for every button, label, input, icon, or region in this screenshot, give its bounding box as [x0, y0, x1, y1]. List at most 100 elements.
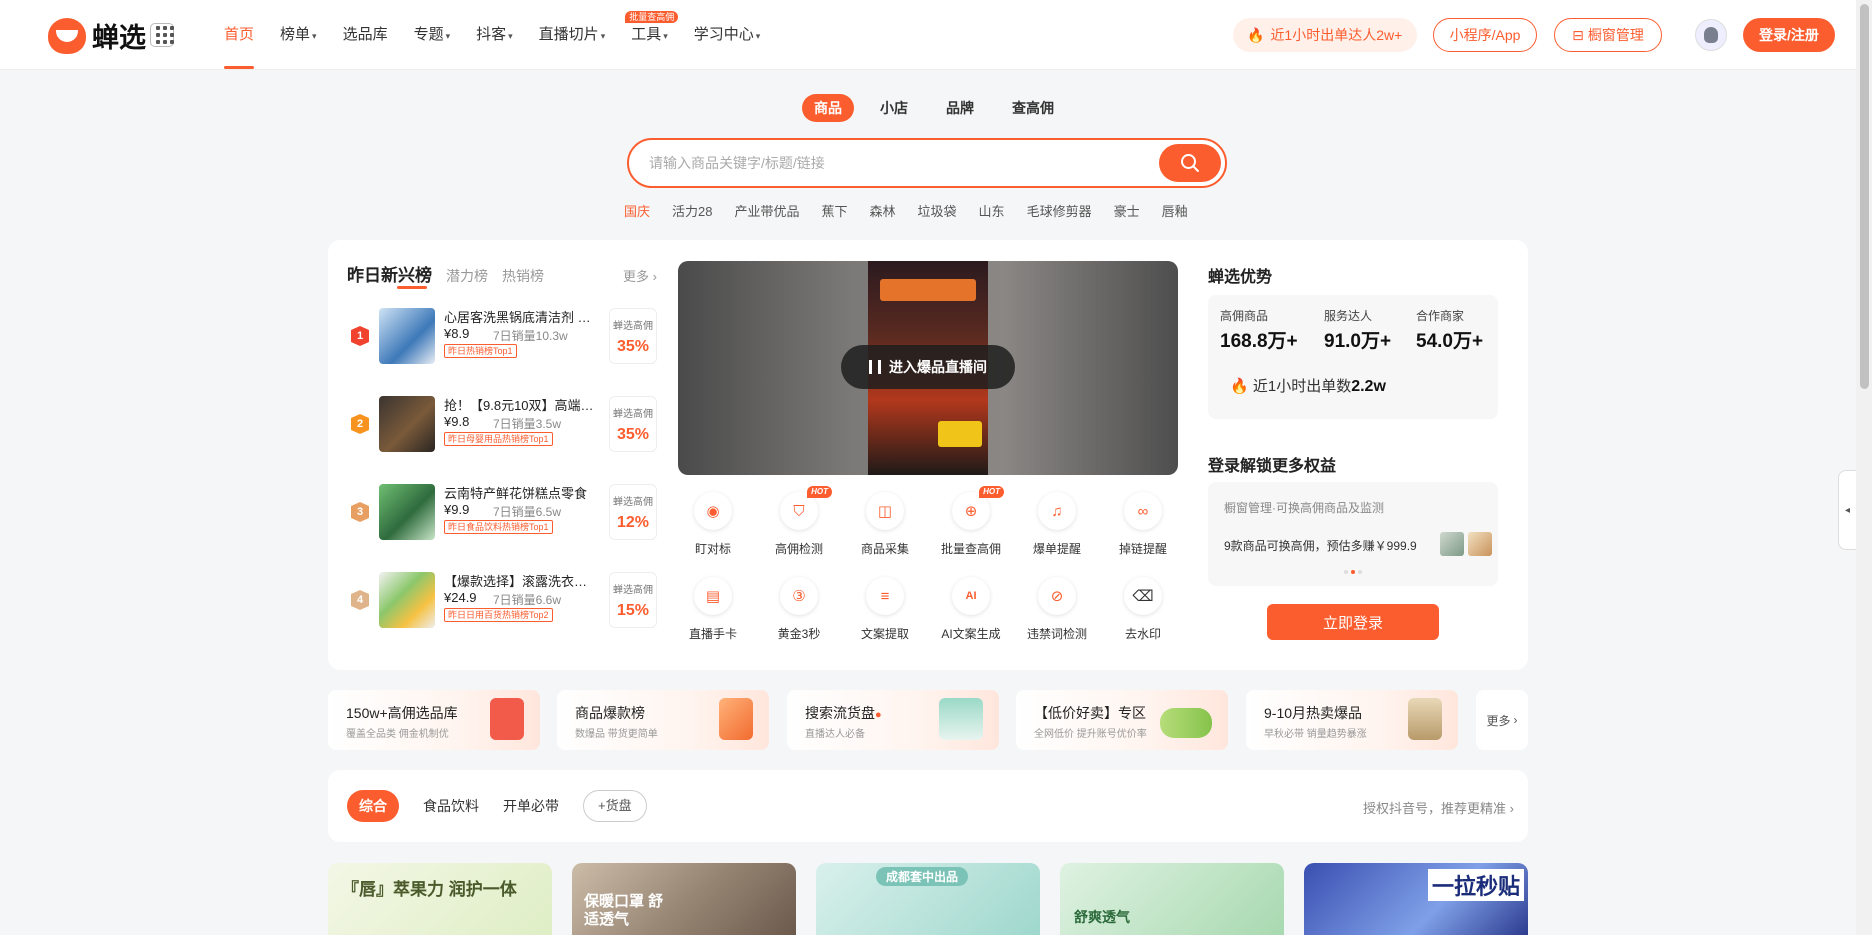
enter-live-button[interactable]: 进入爆品直播间	[841, 345, 1015, 389]
feed-tab-must-have[interactable]: 开单必带	[503, 790, 559, 822]
scrollbar[interactable]	[1856, 0, 1872, 935]
product-card[interactable]: 一拉秒贴	[1304, 863, 1528, 935]
tool-commission-check[interactable]: ⛉ HOT 高佣检测	[759, 486, 839, 557]
product-card[interactable]: 保暖口罩 舒适透气	[572, 863, 796, 935]
authorize-link[interactable]: 授权抖音号，推荐更精准 ›	[1363, 798, 1514, 817]
nav-label: 专题	[413, 26, 444, 43]
tool-label: 去水印	[1124, 627, 1161, 641]
promo-more-button[interactable]: 更多 ›	[1476, 690, 1528, 750]
tool-batch-commission[interactable]: ⊕ HOT 批量查高佣	[931, 486, 1011, 557]
nav-library[interactable]: 选品库	[343, 0, 388, 70]
promo-card[interactable]: 商品爆款榜 数爆品 带货更简单	[557, 690, 769, 750]
order-ticker[interactable]: 🔥 近1小时出单达人2w+	[1233, 18, 1417, 52]
tool-label: 违禁词检测	[1026, 627, 1087, 641]
hot-keyword[interactable]: 森林	[870, 201, 896, 220]
promo-card[interactable]: 【低价好卖】专区 全网低价 提升账号优价率	[1016, 690, 1228, 750]
nav-learning[interactable]: 学习中心 ▾	[694, 0, 761, 70]
tab-new-rising[interactable]: 昨日新兴榜	[347, 261, 432, 289]
search-tab-commission[interactable]: 查高佣	[1000, 94, 1066, 122]
product-thumbnail	[379, 484, 435, 540]
ranking-item[interactable]: 2 抢！【9.8元10双】高端筷子 ¥9.8 7日销量3.5w 昨日母婴用品热销…	[347, 393, 659, 455]
promo-subtitle: 全网低价 提升账号优价率	[1034, 729, 1147, 740]
tool-benchmark[interactable]: ◉ 盯对标	[673, 492, 753, 557]
scrollbar-thumb[interactable]	[1860, 4, 1869, 389]
nav-tools[interactable]: 批量查高佣 工具 ▾	[625, 0, 679, 70]
tool-banned-words[interactable]: ⊘ 违禁词检测	[1017, 577, 1097, 642]
product-title: 【爆款选择】滚露洗衣机清洁	[444, 574, 594, 589]
side-collapse-tab[interactable]: ◂	[1838, 470, 1856, 550]
avatar[interactable]	[1695, 19, 1727, 51]
search-tab-shops[interactable]: 小店	[868, 94, 920, 122]
promo-card[interactable]: 9-10月热卖爆品 早秋必带 销量趋势暴涨	[1246, 690, 1458, 750]
login-button[interactable]: 登录/注册	[1743, 18, 1835, 52]
nav-rankings[interactable]: 榜单 ▾	[280, 0, 317, 70]
tool-copy-extract[interactable]: ≡ 文案提取	[845, 577, 925, 642]
advantage-box: 高佣商品 168.8万+ 服务达人 91.0万+ 合作商家 54.0万+ 🔥 近1小时…	[1208, 295, 1498, 419]
tool-live-card[interactable]: ▤ 直播手卡	[673, 577, 753, 642]
nav-live-clips[interactable]: 直播切片 ▾	[539, 0, 606, 70]
product-card[interactable]: 『唇』萃果力 润护一体	[328, 863, 552, 935]
product-thumbnail	[379, 572, 435, 628]
ranking-item[interactable]: 3 云南特产鲜花饼糕点零食 ¥9.9 7日销量6.5w 昨日食品饮料热销榜Top…	[347, 481, 659, 543]
app-grid-icon[interactable]	[150, 23, 174, 47]
hot-keyword[interactable]: 唇釉	[1162, 201, 1188, 220]
window-manage-button[interactable]: ⊟ 橱窗管理	[1554, 18, 1662, 52]
stat-influencers: 服务达人 91.0万+	[1324, 307, 1391, 353]
main-nav: 首页 榜单 ▾ 选品库 专题 ▾ 抖客 ▾ 直播切片 ▾ 批量查高佣 工具 ▾ 学习中心 ▾	[224, 0, 786, 70]
nav-douke[interactable]: 抖客 ▾	[476, 0, 513, 70]
tool-label: 文案提取	[860, 627, 909, 641]
live-video-banner[interactable]: 进入爆品直播间	[678, 261, 1178, 475]
tool-remove-watermark[interactable]: ⌫ 去水印	[1103, 577, 1183, 642]
tab-potential[interactable]: 潜力榜	[446, 266, 488, 286]
hot-keyword[interactable]: 豪士	[1114, 201, 1140, 220]
ranking-more-link[interactable]: 更多 ›	[623, 266, 657, 285]
login-now-button[interactable]: 立即登录	[1267, 604, 1439, 640]
search-input[interactable]	[649, 152, 1129, 174]
authorize-label: 授权抖音号，推荐更精准	[1363, 801, 1507, 816]
tool-ai-copy[interactable]: AI AI文案生成	[931, 577, 1011, 642]
mini-app-button[interactable]: 小程序/App	[1433, 18, 1537, 52]
feed-tab-food[interactable]: 食品饮料	[423, 790, 479, 822]
hot-keyword[interactable]: 毛球修剪器	[1027, 201, 1092, 220]
add-pool-button[interactable]: +货盘	[583, 790, 647, 822]
tool-label: 商品采集	[860, 542, 909, 556]
search-tab-brands[interactable]: 品牌	[934, 94, 986, 122]
ranking-item[interactable]: 4 【爆款选择】滚露洗衣机清洁 ¥24.9 7日销量6.6w 昨日日用百货热销榜…	[347, 569, 659, 631]
tool-label: 黄金3秒	[777, 627, 821, 641]
hot-keyword[interactable]: 垃圾袋	[918, 201, 957, 220]
product-sales: 7日销量6.6w	[493, 593, 562, 607]
promo-card[interactable]: 150w+高佣选品库 覆盖全品类 佣金机制优	[328, 690, 540, 750]
logo[interactable]: 蝉选	[48, 16, 146, 55]
hot-keyword[interactable]: 蕉下	[822, 201, 848, 220]
promo-card[interactable]: 搜索流货盘● 直播达人必备	[787, 690, 999, 750]
tool-golden-3s[interactable]: ③ 黄金3秒	[759, 577, 839, 642]
hourly-orders: 🔥 近1小时出单数2.2w	[1230, 375, 1386, 396]
nav-topics[interactable]: 专题 ▾	[414, 0, 451, 70]
search-tab-products[interactable]: 商品	[802, 94, 854, 122]
search-button[interactable]	[1159, 144, 1221, 182]
product-card-text: 一拉秒贴	[1428, 869, 1525, 901]
feed-tab-all[interactable]: 综合	[347, 790, 399, 822]
chevron-down-icon: ▾	[508, 31, 513, 41]
search-tabs: 商品 小店 品牌 查高佣	[802, 94, 1080, 122]
ranking-item[interactable]: 1 心居客洗黑锅底清洁剂 厨房 ¥8.9 7日销量10.3w 昨日热销榜Top1…	[347, 305, 659, 367]
product-card[interactable]: 舒爽透气	[1060, 863, 1284, 935]
hot-keyword[interactable]: 山东	[979, 201, 1005, 220]
hot-keyword[interactable]: 国庆	[624, 201, 650, 220]
nav-tools-tag: 批量查高佣	[625, 11, 679, 23]
unlock-carousel: 橱窗管理·可换高佣商品及监测 9款商品可换高佣，预估多赚￥999.9	[1208, 482, 1498, 586]
hot-keyword[interactable]: 活力28	[672, 201, 712, 220]
product-card[interactable]: 成都套中出品	[816, 863, 1040, 935]
rank-badge: 昨日母婴用品热销榜Top1	[444, 432, 553, 446]
tool-label: 直播手卡	[688, 627, 737, 641]
tool-link-alert[interactable]: ∞ 掉链提醒	[1103, 492, 1183, 557]
tool-collect[interactable]: ◫ 商品采集	[845, 492, 925, 557]
hot-keyword[interactable]: 产业带优品	[734, 201, 799, 220]
chevron-down-icon: ▾	[312, 31, 317, 41]
tool-order-alert[interactable]: ♫ 爆单提醒	[1017, 492, 1097, 557]
tab-best-selling[interactable]: 热销榜	[502, 266, 544, 286]
commission-value: 15%	[616, 602, 650, 619]
nav-home[interactable]: 首页	[224, 0, 255, 70]
nav-label: 首页	[224, 26, 255, 43]
stat-value: 168.8万+	[1220, 331, 1298, 352]
